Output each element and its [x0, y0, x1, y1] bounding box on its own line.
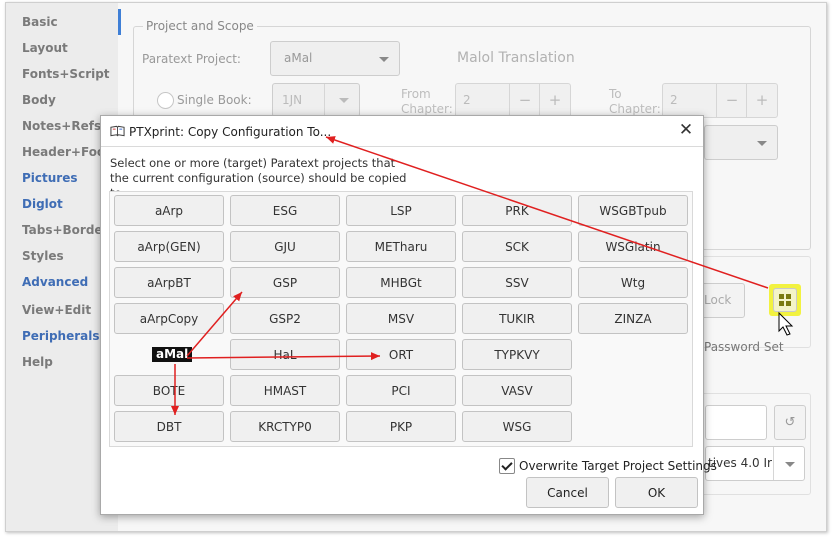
copy-config-dialog: PTXprint: Copy Configuration To... ✕ Sel…: [100, 115, 717, 515]
project-button-pci[interactable]: PCI: [346, 375, 456, 406]
project-button-gju[interactable]: GJU: [230, 231, 340, 262]
project-button-vasv[interactable]: VASV: [462, 375, 572, 406]
project-button-gsp[interactable]: GSP: [230, 267, 340, 298]
project-button-sck[interactable]: SCK: [462, 231, 572, 262]
single-book-radio[interactable]: [157, 92, 174, 109]
current-project-label: aMal: [152, 347, 193, 362]
minus-icon[interactable]: −: [716, 84, 747, 117]
book-icon: [110, 125, 125, 137]
sidebar-item-peripherals[interactable]: Peripherals: [22, 329, 100, 343]
refresh-icon[interactable]: ↺: [774, 405, 806, 440]
sidebar-item-layout[interactable]: Layout: [22, 41, 68, 55]
dialog-title: PTXprint: Copy Configuration To...: [129, 125, 332, 139]
sidebar-item-basic[interactable]: Basic: [22, 15, 58, 29]
sidebar-item-pictures[interactable]: Pictures: [22, 171, 78, 185]
project-button-krctyp0[interactable]: KRCTYP0: [230, 411, 340, 442]
license-input[interactable]: [705, 405, 767, 440]
password-set-label: Password Set: [704, 340, 784, 354]
project-button-gsp2[interactable]: GSP2: [230, 303, 340, 334]
chevron-down-icon: [757, 140, 767, 146]
project-button-lsp[interactable]: LSP: [346, 195, 456, 226]
dialog-title-divider: [101, 146, 703, 147]
project-button-wsglatin[interactable]: WSGlatin: [578, 231, 688, 262]
project-button-aarpcopy[interactable]: aArpCopy: [114, 303, 224, 334]
project-button-aarp[interactable]: aArp: [114, 195, 224, 226]
license-combo[interactable]: tives 4.0 Ir: [705, 446, 805, 481]
project-button-aarpbt[interactable]: aArpBT: [114, 267, 224, 298]
sidebar-item-advanced[interactable]: Advanced: [22, 275, 88, 289]
project-button-prk[interactable]: PRK: [462, 195, 572, 226]
project-button-tukir[interactable]: TUKIR: [462, 303, 572, 334]
scope-legend: Project and Scope: [143, 19, 257, 33]
project-button-metharu[interactable]: METharu: [346, 231, 456, 262]
copy-config-button[interactable]: [769, 284, 801, 316]
minus-icon[interactable]: −: [509, 84, 540, 117]
overwrite-checkbox[interactable]: [499, 458, 515, 474]
from-chapter-label: From Chapter:: [401, 87, 453, 116]
sidebar-item-view-edit[interactable]: View+Edit: [22, 303, 91, 317]
book-combo-value: 1JN: [282, 93, 303, 107]
sidebar-item-fonts-script[interactable]: Fonts+Script: [22, 67, 110, 81]
project-grid: aArp ESG LSP PRK WSGBTpub aArp(GEN) GJU …: [109, 191, 693, 447]
sidebar-item-help[interactable]: Help: [22, 355, 53, 369]
from-chapter-spin[interactable]: 2 − +: [455, 83, 571, 118]
project-button-wsgbtpub[interactable]: WSGBTpub: [578, 195, 688, 226]
close-icon[interactable]: ✕: [677, 121, 695, 139]
grid-icon: [773, 288, 797, 312]
plus-icon[interactable]: +: [539, 84, 570, 117]
hidden-combo[interactable]: [704, 125, 778, 160]
project-button-msv[interactable]: MSV: [346, 303, 456, 334]
overwrite-checkbox-row[interactable]: Overwrite Target Project Settings: [499, 458, 717, 474]
chevron-down-icon: [379, 56, 389, 62]
project-button-aarp-gen[interactable]: aArp(GEN): [114, 231, 224, 262]
project-combo[interactable]: aMal: [270, 41, 400, 76]
project-button-esg[interactable]: ESG: [230, 195, 340, 226]
single-book-label: Single Book:: [177, 93, 252, 107]
project-button-wsg[interactable]: WSG: [462, 411, 572, 442]
book-combo[interactable]: 1JN: [272, 83, 360, 117]
project-full-name: Malol Translation: [457, 50, 575, 66]
project-label: Paratext Project:: [142, 52, 241, 66]
project-button-ssv[interactable]: SSV: [462, 267, 572, 298]
sidebar-item-body[interactable]: Body: [22, 93, 56, 107]
sidebar-item-notes-refs[interactable]: Notes+Refs: [22, 119, 101, 133]
cancel-button[interactable]: Cancel: [526, 477, 609, 508]
project-button-wtg[interactable]: Wtg: [578, 267, 688, 298]
to-chapter-label: To Chapter:: [609, 87, 661, 116]
project-button-mhbgt[interactable]: MHBGt: [346, 267, 456, 298]
project-button-hal[interactable]: HaL: [230, 339, 340, 370]
project-combo-value: aMal: [284, 51, 313, 65]
ok-button[interactable]: OK: [615, 477, 698, 508]
plus-icon[interactable]: +: [746, 84, 777, 117]
to-chapter-spin[interactable]: 2 − +: [662, 83, 778, 118]
project-button-typkvy[interactable]: TYPKVY: [462, 339, 572, 370]
project-button-zinza[interactable]: ZINZA: [578, 303, 688, 334]
project-button-ort[interactable]: ORT: [346, 339, 456, 370]
project-button-dbt[interactable]: DBT: [114, 411, 224, 442]
project-button-bote[interactable]: BOTE: [114, 375, 224, 406]
sidebar-item-styles[interactable]: Styles: [22, 249, 64, 263]
chevron-down-icon: [339, 98, 349, 103]
project-button-hmast[interactable]: HMAST: [230, 375, 340, 406]
chevron-down-icon: [785, 461, 795, 467]
sidebar-item-diglot[interactable]: Diglot: [22, 197, 63, 211]
overwrite-label: Overwrite Target Project Settings: [519, 459, 717, 473]
project-button-pkp[interactable]: PKP: [346, 411, 456, 442]
